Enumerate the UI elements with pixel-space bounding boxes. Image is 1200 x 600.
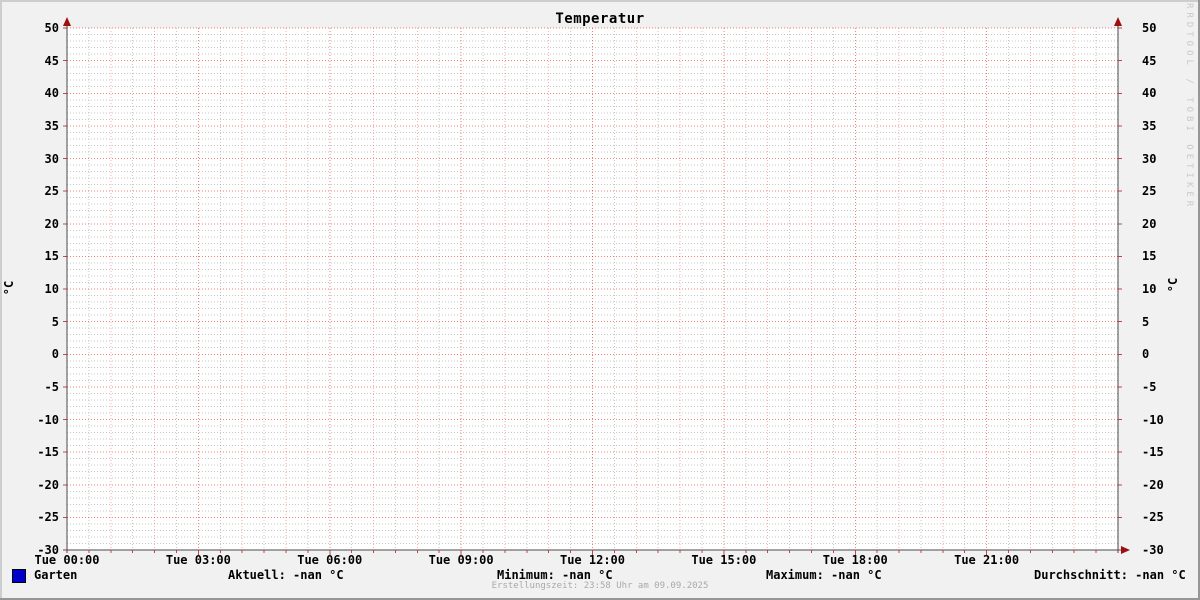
x-tick-label: Tue 03:00	[158, 553, 238, 567]
y-tick-label-right: -5	[1142, 380, 1196, 394]
y-tick-label-right: -30	[1142, 543, 1196, 557]
x-tick-label: Tue 06:00	[290, 553, 370, 567]
y-tick-label-left: 45	[0, 54, 59, 68]
y-tick-label-right: 5	[1142, 315, 1196, 329]
y-tick-label-left: 40	[0, 86, 59, 100]
chart-title: Temperatur	[0, 11, 1200, 27]
bevel-border-left	[0, 0, 2, 600]
y-tick-label-left: -5	[0, 380, 59, 394]
y-tick-label-right: -25	[1142, 510, 1196, 524]
x-tick-label: Tue 21:00	[947, 553, 1027, 567]
y-tick-label-left: 10	[0, 282, 59, 296]
y-tick-label-left: 20	[0, 217, 59, 231]
y-tick-label-left: -10	[0, 413, 59, 427]
y-tick-label-left: 5	[0, 315, 59, 329]
y-tick-label-left: -20	[0, 478, 59, 492]
rrdtool-temperature-graph: Temperatur °C °C 50454035302520151050-5-…	[0, 0, 1200, 600]
y-tick-label-right: -15	[1142, 445, 1196, 459]
y-tick-label-left: 35	[0, 119, 59, 133]
y-tick-label-left: -25	[0, 510, 59, 524]
y-tick-label-left: 25	[0, 184, 59, 198]
x-tick-label: Tue 00:00	[27, 553, 107, 567]
bevel-border-top	[0, 0, 1200, 2]
creation-timestamp: Erstellungszeit: 23:58 Uhr am 09.09.2025	[0, 581, 1200, 591]
x-tick-label: Tue 09:00	[421, 553, 501, 567]
x-axis-arrow	[1121, 546, 1130, 554]
y-tick-label-right: 15	[1142, 249, 1196, 263]
x-tick-label: Tue 18:00	[815, 553, 895, 567]
rrdtool-watermark: RRDTOOL / TOBI OETIKER	[1184, 3, 1194, 210]
y-tick-label-right: -10	[1142, 413, 1196, 427]
y-tick-label-right: -20	[1142, 478, 1196, 492]
y-tick-label-left: 15	[0, 249, 59, 263]
y-tick-label-left: 50	[0, 21, 59, 35]
y-tick-label-right: 0	[1142, 347, 1196, 361]
x-tick-label: Tue 15:00	[684, 553, 764, 567]
y-tick-label-right: 10	[1142, 282, 1196, 296]
y-tick-label-left: 0	[0, 347, 59, 361]
y-tick-label-left: -15	[0, 445, 59, 459]
x-tick-label: Tue 12:00	[553, 553, 633, 567]
y-tick-label-right: 20	[1142, 217, 1196, 231]
y-tick-label-left: 30	[0, 152, 59, 166]
plot-area	[0, 0, 1200, 600]
